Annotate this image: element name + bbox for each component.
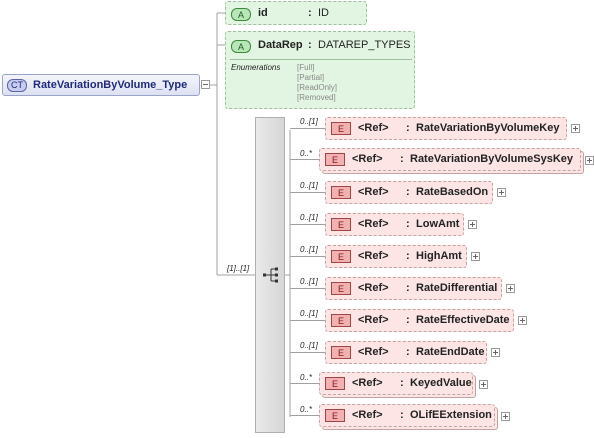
element-lowamt[interactable]: E <Ref> : LowAmt [325, 213, 464, 236]
element-name: OLifEExtension [410, 409, 492, 421]
element-rateenddate[interactable]: E <Ref> : RateEndDate [325, 341, 487, 364]
element-badge: E [325, 153, 345, 166]
element-name: KeyedValue [410, 377, 472, 389]
element-ratevariationbyvolumekey[interactable]: E <Ref> : RateVariationByVolumeKey [325, 117, 567, 140]
element-highamt[interactable]: E <Ref> : HighAmt [325, 245, 467, 268]
attribute-name: id [258, 7, 268, 19]
element-ref: <Ref> [352, 153, 383, 165]
element-badge: E [331, 314, 351, 327]
expand-toggle[interactable] [585, 156, 594, 165]
element-name: RateDifferential [416, 282, 498, 294]
complex-type-node[interactable]: CT RateVariationByVolume_Type [2, 74, 200, 96]
element-ref: <Ref> [358, 346, 389, 358]
element-badge: E [331, 250, 351, 263]
element-badge: E [325, 377, 345, 390]
element-name: RateVariationByVolumeKey [416, 122, 560, 134]
element-name: RateEndDate [416, 346, 485, 358]
element-ref: <Ref> [358, 186, 389, 198]
collapse-toggle[interactable] [201, 80, 210, 89]
element-separator: : [400, 377, 404, 389]
complex-type-name: RateVariationByVolume_Type [33, 79, 188, 91]
element-olifeextension[interactable]: E <Ref> : OLifEExtension [319, 404, 495, 427]
complex-type-badge: CT [7, 78, 27, 92]
attribute-separator: : [308, 7, 312, 19]
element-separator: : [406, 282, 410, 294]
sequence-icon [263, 267, 278, 283]
attribute-id[interactable]: A id : ID [225, 1, 367, 25]
element-separator: : [400, 409, 404, 421]
attribute-badge: A [231, 8, 251, 21]
element-occurrence: 0..* [300, 373, 313, 382]
element-separator: : [406, 186, 410, 198]
element-ratedifferential[interactable]: E <Ref> : RateDifferential [325, 277, 502, 300]
element-badge: E [331, 282, 351, 295]
element-separator: : [400, 153, 404, 165]
element-keyedvalue[interactable]: E <Ref> : KeyedValue [319, 372, 473, 395]
enumeration-value: [Partial] [297, 73, 325, 82]
attribute-separator: : [308, 39, 312, 51]
element-occurrence: 0..[1] [300, 213, 318, 222]
element-badge: E [331, 186, 351, 199]
element-badge: E [331, 218, 351, 231]
enumerations-label: Enumerations [231, 63, 281, 72]
expand-toggle[interactable] [497, 188, 506, 197]
element-name: RateEffectiveDate [416, 314, 510, 326]
element-name: RateVariationByVolumeSysKey [410, 153, 574, 165]
element-separator: : [406, 122, 410, 134]
expand-toggle[interactable] [501, 412, 510, 421]
element-separator: : [406, 250, 410, 262]
element-separator: : [406, 346, 410, 358]
enumeration-value: [Full] [297, 63, 315, 72]
element-name: LowAmt [416, 218, 460, 230]
expand-toggle[interactable] [518, 316, 527, 325]
expand-toggle[interactable] [479, 380, 488, 389]
element-occurrence: 0..[1] [300, 341, 318, 350]
attribute-type: DATAREP_TYPES [318, 39, 411, 51]
sequence-occurrence: [1]..[1] [227, 264, 250, 273]
element-ref: <Ref> [358, 282, 389, 294]
attribute-divider [230, 59, 412, 60]
sequence-compositor[interactable] [255, 117, 285, 433]
element-badge: E [325, 409, 345, 422]
element-name: RateBasedOn [416, 186, 489, 198]
element-occurrence: 0..* [300, 149, 313, 158]
element-ref: <Ref> [358, 250, 389, 262]
element-ratebasedon[interactable]: E <Ref> : RateBasedOn [325, 181, 493, 204]
element-rateeffectivedate[interactable]: E <Ref> : RateEffectiveDate [325, 309, 514, 332]
element-occurrence: 0..[1] [300, 309, 318, 318]
attribute-name: DataRep [258, 39, 303, 51]
attribute-type: ID [318, 7, 329, 19]
expand-toggle[interactable] [491, 348, 500, 357]
element-ref: <Ref> [358, 314, 389, 326]
element-ratevariationbyvolumesyskey[interactable]: E <Ref> : RateVariationByVolumeSysKey [319, 148, 581, 171]
element-separator: : [406, 218, 410, 230]
enumeration-value: [Removed] [297, 93, 336, 102]
element-occurrence: 0..* [300, 405, 313, 414]
element-occurrence: 0..[1] [300, 181, 318, 190]
element-name: HighAmt [416, 250, 462, 262]
element-ref: <Ref> [358, 218, 389, 230]
element-ref: <Ref> [358, 122, 389, 134]
expand-toggle[interactable] [506, 284, 515, 293]
element-occurrence: 0..[1] [300, 117, 318, 126]
attribute-badge: A [231, 40, 251, 53]
element-badge: E [331, 346, 351, 359]
enumeration-value: [ReadOnly] [297, 83, 338, 92]
element-separator: : [406, 314, 410, 326]
element-occurrence: 0..[1] [300, 245, 318, 254]
element-ref: <Ref> [352, 377, 383, 389]
expand-toggle[interactable] [571, 124, 580, 133]
expand-toggle[interactable] [468, 220, 477, 229]
element-badge: E [331, 122, 351, 135]
element-occurrence: 0..[1] [300, 277, 318, 286]
attribute-datarep[interactable]: A DataRep : DATAREP_TYPES Enumerations [… [225, 31, 415, 109]
expand-toggle[interactable] [471, 252, 480, 261]
element-ref: <Ref> [352, 409, 383, 421]
